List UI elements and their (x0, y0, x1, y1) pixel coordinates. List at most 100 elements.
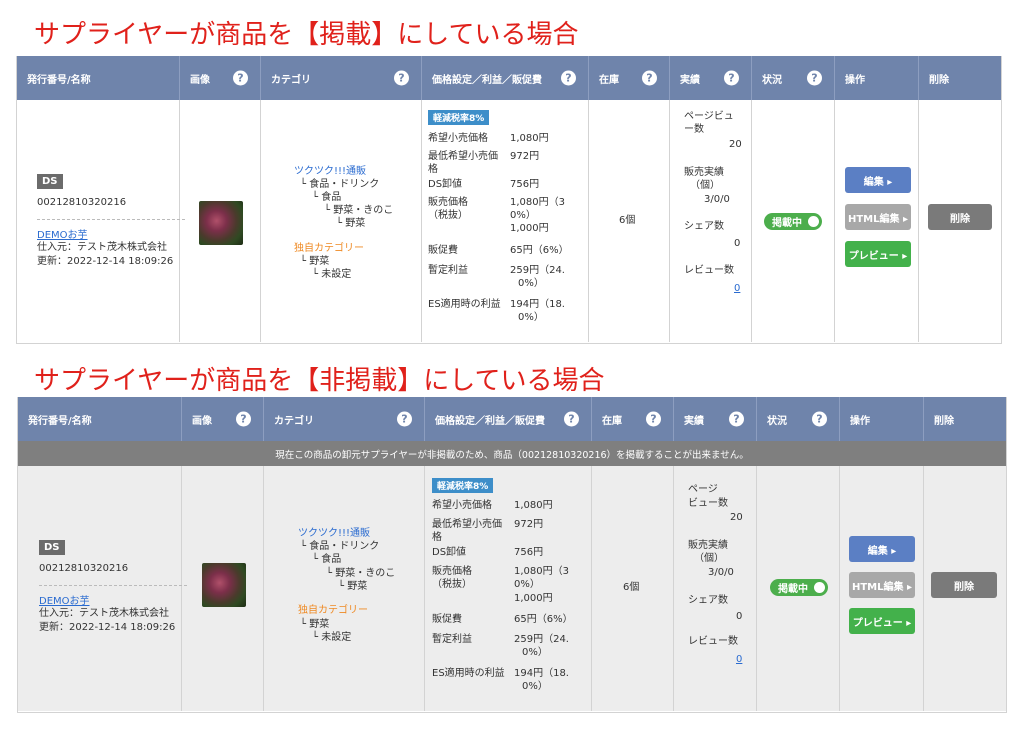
min-retail-value: 972円 (510, 151, 540, 162)
ds-price-label: DS卸値 (428, 179, 463, 190)
sales-value: 3/0/0 (708, 567, 734, 578)
col-image: 画像? (182, 397, 264, 441)
col-id-name: 発行番号/名称 (18, 397, 182, 441)
category-level-1: └ 食品・ドリンク (300, 179, 380, 190)
own-category-level-1: └ 野菜 (300, 256, 330, 267)
help-icon[interactable]: ? (233, 70, 248, 86)
product-thumbnail[interactable] (199, 201, 243, 245)
help-icon[interactable]: ? (724, 70, 739, 86)
category-shop[interactable]: ツクツク!!!通販 (294, 165, 366, 178)
col-results: 実績? (674, 397, 757, 441)
divider (39, 585, 187, 586)
min-retail-label-cont: 格 (432, 532, 442, 543)
es-profit-value-cont: 0%） (522, 681, 548, 692)
product-thumbnail[interactable] (202, 563, 246, 607)
sell-price-value-cont: 0%） (514, 579, 540, 590)
cell-category: ツクツク!!!通販 └ 食品・ドリンク └ 食品 └ 野菜・きのこ └ 野菜 独… (261, 100, 422, 342)
sell-price-net: 1,000円 (510, 223, 549, 234)
sell-price-value-cont: 0%） (510, 210, 536, 221)
section-title-unlisted: サプライヤーが商品を【非掲載】にしている場合 (34, 366, 605, 396)
edit-button[interactable]: 編集 ▸ (849, 536, 915, 562)
col-category: カテゴリ? (261, 56, 422, 100)
supplier-text: 仕入元：テスト茂木株式会社 (37, 242, 167, 253)
html-edit-button[interactable]: HTML編集 ▸ (849, 572, 915, 598)
category-level-2: └ 食品 (312, 554, 342, 565)
review-label: レビュー数 (688, 636, 738, 647)
retail-value: 1,080円 (510, 133, 549, 144)
retail-value: 1,080円 (514, 500, 553, 511)
pv-label: ページ (688, 484, 718, 495)
share-label: シェア数 (684, 221, 724, 232)
html-edit-button[interactable]: HTML編集 ▸ (845, 204, 911, 230)
profit-label: 暫定利益 (428, 265, 468, 276)
help-icon[interactable]: ? (646, 411, 661, 427)
help-icon[interactable]: ? (642, 70, 657, 86)
help-icon[interactable]: ? (564, 411, 579, 427)
help-icon[interactable]: ? (236, 411, 251, 427)
product-name-link[interactable]: DEMOお芋 (37, 226, 185, 241)
promo-value: 65円（6%） (514, 614, 573, 625)
help-icon[interactable]: ? (729, 411, 744, 427)
delete-button[interactable]: 削除 (931, 572, 997, 598)
category-level-3: └ 野菜・きのこ (324, 205, 394, 216)
product-id: 00212810320216 (37, 197, 127, 208)
es-profit-value: 194円（18. (510, 299, 565, 310)
pv-value: 20 (730, 512, 743, 523)
own-category-level-1: └ 野菜 (300, 619, 330, 630)
divider (37, 219, 185, 220)
col-delete: 削除 (929, 74, 949, 86)
tax-badge: 軽減税率8% (432, 478, 494, 493)
help-icon[interactable]: ? (812, 411, 827, 427)
help-icon[interactable]: ? (394, 70, 409, 86)
review-value-link[interactable]: 0 (736, 653, 742, 666)
listing-toggle[interactable]: 掲載中 (764, 213, 822, 230)
sell-price-label-cont: （税抜） (432, 579, 472, 590)
category-level-3: └ 野菜・きのこ (326, 568, 396, 579)
retail-label: 希望小売価格 (432, 500, 492, 511)
promo-value: 65円（6%） (510, 245, 569, 256)
help-icon[interactable]: ? (397, 411, 412, 427)
unlisted-notice: 現在この商品の卸元サプライヤーが非掲載のため、商品（00212810320216… (18, 441, 1006, 466)
review-value-link[interactable]: 0 (734, 282, 740, 295)
min-retail-label: 最低希望小売価 (432, 519, 502, 530)
edit-button[interactable]: 編集 ▸ (845, 167, 911, 193)
cell-status: 掲載中 (757, 466, 840, 711)
col-ops: 操作 (835, 56, 919, 100)
min-retail-label-cont: 格 (428, 164, 438, 175)
profit-value-cont: 0%） (522, 647, 548, 658)
listing-toggle[interactable]: 掲載中 (770, 579, 828, 596)
cell-price: 軽減税率8% 希望小売価格 1,080円 最低希望小売価 格 972円 DS卸値… (422, 100, 589, 342)
col-delete: 削除 (934, 415, 954, 427)
tax-badge: 軽減税率8% (428, 110, 490, 125)
retail-label: 希望小売価格 (428, 133, 488, 144)
es-profit-label: ES適用時の利益 (428, 299, 501, 310)
min-retail-label: 最低希望小売価 (428, 151, 498, 162)
profit-value: 259円（24. (510, 265, 565, 276)
own-category-level-2: └ 未設定 (312, 632, 352, 643)
category-level-4: └ 野菜 (338, 581, 368, 592)
share-value: 0 (736, 611, 743, 622)
preview-button[interactable]: プレビュー ▸ (849, 608, 915, 634)
product-name-link[interactable]: DEMOお芋 (39, 592, 187, 607)
category-shop[interactable]: ツクツク!!!通販 (298, 527, 370, 540)
cell-stock: 6個 (592, 466, 674, 711)
col-status: 状況? (752, 56, 835, 100)
col-ops: 操作 (840, 397, 924, 441)
toggle-label: 掲載中 (778, 584, 808, 595)
col-image: 画像? (180, 56, 261, 100)
share-label: シェア数 (688, 595, 728, 606)
own-category-title: 独自カテゴリー (298, 605, 368, 616)
help-icon[interactable]: ? (807, 70, 822, 86)
table-row: DS 00212810320216 DEMOお芋 仕入元：テスト茂木株式会社 更… (17, 100, 1001, 342)
product-table-listed: 発行番号/名称 画像? カテゴリ? 価格設定／利益／販促費? 在庫? 実績? 状… (16, 56, 1002, 344)
ds-badge: DS (39, 540, 65, 555)
cell-stock: 6個 (589, 100, 670, 342)
preview-button[interactable]: プレビュー ▸ (845, 241, 911, 267)
delete-button[interactable]: 削除 (928, 204, 992, 230)
cell-image (180, 100, 261, 342)
help-icon[interactable]: ? (561, 70, 576, 86)
toggle-label: 掲載中 (772, 218, 802, 229)
cell-category: ツクツク!!!通販 └ 食品・ドリンク └ 食品 └ 野菜・きのこ └ 野菜 独… (264, 466, 425, 711)
cell-price: 軽減税率8% 希望小売価格 1,080円 最低希望小売価 格 972円 DS卸値… (425, 466, 592, 711)
sales-value: 3/0/0 (704, 194, 730, 205)
